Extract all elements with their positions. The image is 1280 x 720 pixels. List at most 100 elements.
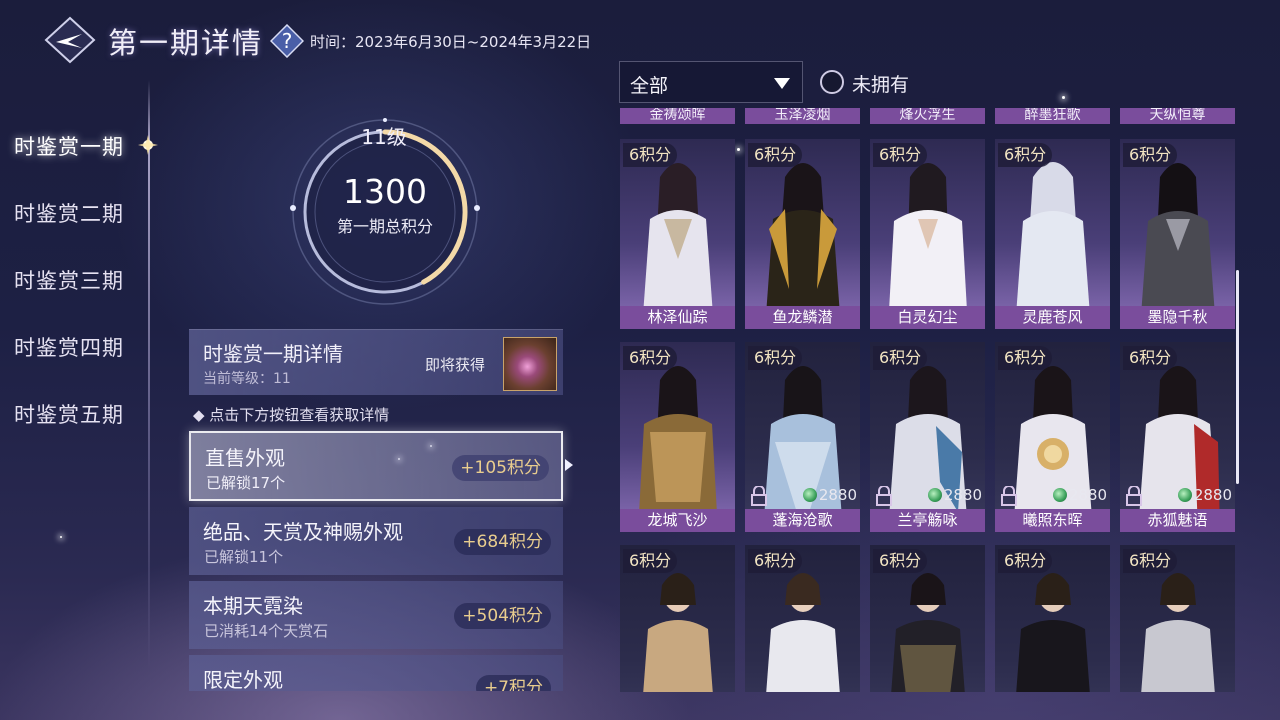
- active-marker-icon: [138, 135, 158, 155]
- lock-icon: [876, 486, 892, 506]
- card-points: 6积分: [1123, 346, 1178, 370]
- current-level: 当前等级：11: [203, 371, 291, 387]
- category-dye[interactable]: 本期天霓染 已消耗14个天赏石 +504积分: [189, 581, 563, 649]
- card-points: 6积分: [1123, 143, 1178, 167]
- next-reward-thumbnail[interactable]: [503, 337, 557, 391]
- appearance-card[interactable]: 6积分: [870, 545, 985, 692]
- hint-text: ◆ 点击下方按钮查看获取详情: [193, 406, 390, 424]
- svg-text:?: ?: [282, 29, 293, 53]
- category-name: 绝品、天赏及神赐外观: [203, 520, 403, 544]
- character-portrait: [765, 163, 841, 329]
- category-points: +684积分: [454, 529, 551, 555]
- grid-scrollbar[interactable]: [1236, 270, 1239, 484]
- nav-divider: [148, 80, 150, 670]
- coming-soon-label: 即将获得: [425, 356, 486, 374]
- appearance-card[interactable]: 6积分: [995, 545, 1110, 692]
- season-detail-title: 时鉴赏一期详情: [203, 342, 343, 366]
- character-portrait: [1015, 162, 1091, 329]
- card-points: 6积分: [748, 346, 803, 370]
- character-portrait: [1140, 163, 1216, 329]
- category-sub: 已解锁11个: [204, 548, 284, 566]
- jade-icon: [927, 488, 942, 502]
- appearance-card[interactable]: 6积分: [1120, 545, 1235, 692]
- card-name: 曦照东晖: [995, 509, 1110, 532]
- card-points: 6积分: [623, 143, 678, 167]
- card-name[interactable]: 玉泽凌烟: [745, 108, 860, 124]
- category-name: 直售外观: [205, 446, 285, 470]
- category-name: 本期天霓染: [203, 594, 303, 618]
- filter-dropdown-value: 全部: [630, 75, 669, 97]
- card-points: 6积分: [623, 346, 678, 370]
- back-icon[interactable]: [44, 16, 96, 64]
- appearance-card[interactable]: 6积分 鱼龙鳞潜: [745, 139, 860, 329]
- card-name[interactable]: 烽火浮生: [870, 108, 985, 124]
- time-range: 时间：2023年6月30日~2024年3月22日: [310, 33, 592, 51]
- chevron-down-icon: [774, 78, 790, 89]
- category-direct-sale[interactable]: 直售外观 已解锁17个 +105积分: [189, 431, 563, 501]
- page-title: 第一期详情: [108, 26, 264, 60]
- card-price-value: 2880: [943, 486, 982, 504]
- selected-arrow-icon: [565, 459, 573, 471]
- jade-icon: [1052, 488, 1067, 502]
- appearance-card[interactable]: 6积分: [620, 545, 735, 692]
- appearance-card[interactable]: 6积分 龙城飞沙: [620, 342, 735, 532]
- card-points: 6积分: [873, 346, 928, 370]
- nav-item-season-3[interactable]: 时鉴赏三期: [14, 265, 124, 295]
- card-price: 2880: [1052, 486, 1107, 506]
- appearance-card[interactable]: 6积分 2880 蓬海沧歌: [745, 342, 860, 532]
- card-price: 2880: [802, 486, 857, 506]
- card-name[interactable]: 天纵恒尊: [1120, 108, 1235, 124]
- appearance-card[interactable]: 6积分 2880 赤狐魅语: [1120, 342, 1235, 532]
- lock-icon: [1001, 486, 1017, 506]
- character-portrait: [888, 163, 968, 329]
- character-portrait: [642, 163, 714, 329]
- card-points: 6积分: [1123, 549, 1178, 573]
- nav-item-season-2[interactable]: 时鉴赏二期: [14, 198, 124, 228]
- nav-item-season-4[interactable]: 时鉴赏四期: [14, 332, 124, 362]
- card-name: 鱼龙鳞潜: [745, 306, 860, 329]
- card-name: 龙城飞沙: [620, 509, 735, 532]
- card-name[interactable]: 金祷颂晖: [620, 108, 735, 124]
- not-owned-label: 未拥有: [852, 74, 910, 96]
- category-sub: 已解锁17个: [206, 474, 286, 492]
- card-name: 兰亭觞咏: [870, 509, 985, 532]
- level-text: 11级: [361, 125, 407, 149]
- card-name: 灵鹿苍风: [995, 306, 1110, 329]
- card-points: 6积分: [873, 549, 928, 573]
- appearance-card[interactable]: 6积分 林泽仙踪: [620, 139, 735, 329]
- filter-dropdown[interactable]: 全部: [619, 61, 803, 103]
- card-points: 6积分: [998, 549, 1053, 573]
- season-detail-panel: 时鉴赏一期详情 当前等级：11 即将获得: [189, 329, 563, 395]
- category-points: +504积分: [454, 603, 551, 629]
- jade-icon: [802, 488, 817, 502]
- appearance-card[interactable]: 6积分 2880 兰亭觞咏: [870, 342, 985, 532]
- card-name: 林泽仙踪: [620, 306, 735, 329]
- card-name: 赤狐魅语: [1120, 509, 1235, 532]
- total-score: 1300: [343, 172, 427, 211]
- category-points: +7积分: [475, 675, 551, 691]
- category-points: +105积分: [452, 455, 549, 481]
- character-portrait: [638, 366, 718, 532]
- help-icon[interactable]: ?: [270, 24, 304, 58]
- card-points: 6积分: [623, 549, 678, 573]
- total-score-label: 第一期总积分: [336, 217, 433, 236]
- category-limited[interactable]: 限定外观 +7积分: [189, 655, 563, 691]
- appearance-card[interactable]: 6积分 白灵幻尘: [870, 139, 985, 329]
- appearance-card[interactable]: 6积分 墨隐千秋: [1120, 139, 1235, 329]
- appearance-card[interactable]: 6积分: [745, 545, 860, 692]
- lock-icon: [1126, 486, 1142, 506]
- not-owned-toggle[interactable]: [820, 70, 844, 94]
- card-name: 白灵幻尘: [870, 306, 985, 329]
- card-points: 6积分: [873, 143, 928, 167]
- category-premium[interactable]: 绝品、天赏及神赐外观 已解锁11个 +684积分: [189, 507, 563, 575]
- appearance-card[interactable]: 6积分 灵鹿苍风: [995, 139, 1110, 329]
- appearance-card[interactable]: 6积分 2880 曦照东晖: [995, 342, 1110, 532]
- card-name: 墨隐千秋: [1120, 306, 1235, 329]
- appearance-grid: 金祷颂晖 玉泽凌烟 烽火浮生 醉墨狂歌 天纵恒尊 6积分 林泽仙踪 6积分 鱼龙…: [615, 108, 1240, 692]
- nav-item-season-1[interactable]: 时鉴赏一期: [14, 131, 124, 161]
- card-price-value: 2880: [818, 486, 857, 504]
- card-price-value: 2880: [1193, 486, 1232, 504]
- nav-item-season-5[interactable]: 时鉴赏五期: [14, 399, 124, 429]
- jade-icon: [1177, 488, 1192, 502]
- card-name[interactable]: 醉墨狂歌: [995, 108, 1110, 124]
